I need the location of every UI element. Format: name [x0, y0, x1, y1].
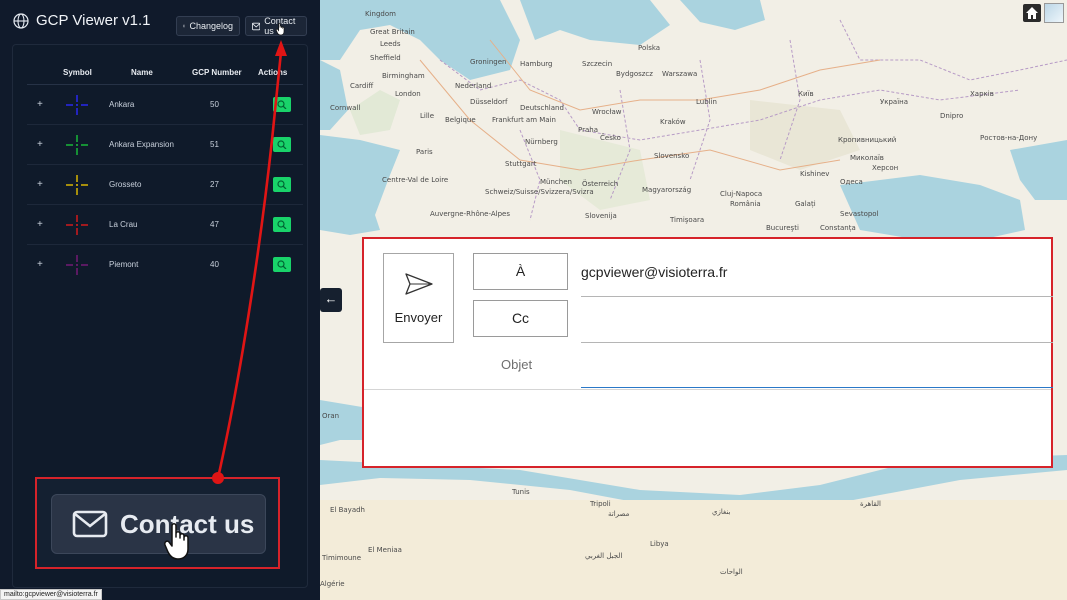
to-button[interactable]: À — [473, 253, 568, 290]
table-header: Symbol Name GCP Number Actions — [27, 65, 303, 85]
zoom-in-icon — [277, 220, 287, 229]
expand-icon[interactable]: + — [37, 219, 43, 230]
expand-icon[interactable]: + — [37, 179, 43, 190]
zoom-to-button[interactable] — [273, 217, 291, 232]
send-label: Envoyer — [394, 310, 443, 325]
table-row: + Grosseto 27 — [27, 165, 303, 205]
gcp-number: 50 — [210, 100, 219, 109]
gcp-name: Piemont — [109, 260, 139, 269]
contact-us-zoom-callout: Contact us — [35, 477, 280, 569]
table-row: + Ankara Expansion 51 — [27, 125, 303, 165]
cc-button[interactable]: Cc — [473, 300, 568, 337]
gcp-name: Ankara — [109, 100, 135, 109]
home-button[interactable] — [1023, 4, 1041, 22]
to-field[interactable]: gcpviewer@visioterra.fr — [581, 253, 1053, 297]
crosshair-symbol-icon — [66, 215, 88, 235]
divider — [364, 389, 1051, 390]
envelope-icon — [252, 22, 261, 30]
arrow-left-icon: ← — [324, 291, 338, 306]
expand-icon[interactable]: + — [37, 99, 43, 110]
changelog-button[interactable]: Changelog — [176, 16, 240, 36]
column-header-actions: Actions — [258, 68, 288, 77]
column-header-name: Name — [131, 68, 153, 77]
gcp-number: 27 — [210, 180, 219, 189]
zoom-to-button[interactable] — [273, 177, 291, 192]
gcp-name: Grosseto — [109, 180, 142, 189]
expand-icon[interactable]: + — [37, 139, 43, 150]
zoom-in-icon — [277, 100, 287, 109]
send-icon — [405, 273, 433, 295]
app-header: GCP Viewer v1.1 — [13, 12, 151, 29]
zoom-in-icon — [277, 180, 287, 189]
table-row: + Piemont 40 — [27, 245, 303, 285]
table-row: + Ankara 50 — [27, 85, 303, 125]
crosshair-symbol-icon — [66, 135, 88, 155]
crosshair-symbol-icon — [66, 95, 88, 115]
gcp-number: 51 — [210, 140, 219, 149]
contact-us-button-zoomed[interactable]: Contact us — [51, 494, 266, 554]
hand-cursor-icon — [276, 22, 285, 36]
status-bar-url: mailto:gcpviewer@visioterra.fr — [0, 589, 102, 600]
collapse-sidebar-button[interactable]: ← — [320, 288, 342, 312]
zoom-to-button[interactable] — [273, 257, 291, 272]
gcp-name: Ankara Expansion — [109, 140, 174, 149]
email-compose-callout: Envoyer À Cc gcpviewer@visioterra.fr Obj… — [362, 237, 1053, 468]
envelope-icon — [72, 510, 108, 538]
cc-field[interactable] — [581, 301, 1053, 343]
changelog-icon — [183, 24, 186, 28]
zoom-in-icon — [277, 260, 287, 269]
expand-icon[interactable]: + — [37, 259, 43, 270]
gcp-number: 40 — [210, 260, 219, 269]
gcp-name: La Crau — [109, 220, 138, 229]
zoom-to-button[interactable] — [273, 97, 291, 112]
crosshair-symbol-icon — [66, 255, 88, 275]
crosshair-symbol-icon — [66, 175, 88, 195]
gcp-number: 47 — [210, 220, 219, 229]
zoom-to-button[interactable] — [273, 137, 291, 152]
hand-cursor-icon — [164, 523, 189, 560]
table-row: + La Crau 47 — [27, 205, 303, 245]
subject-label: Objet — [501, 357, 533, 372]
app-title: GCP Viewer v1.1 — [36, 12, 151, 29]
basemap-switcher-button[interactable] — [1044, 3, 1064, 23]
globe-icon — [13, 12, 29, 29]
home-icon — [1026, 7, 1038, 19]
zoom-in-icon — [277, 140, 287, 149]
column-header-gcp-number: GCP Number — [192, 68, 242, 77]
changelog-label: Changelog — [189, 21, 233, 31]
send-button[interactable]: Envoyer — [383, 253, 454, 343]
subject-field[interactable] — [581, 345, 1053, 388]
column-header-symbol: Symbol — [63, 68, 92, 77]
